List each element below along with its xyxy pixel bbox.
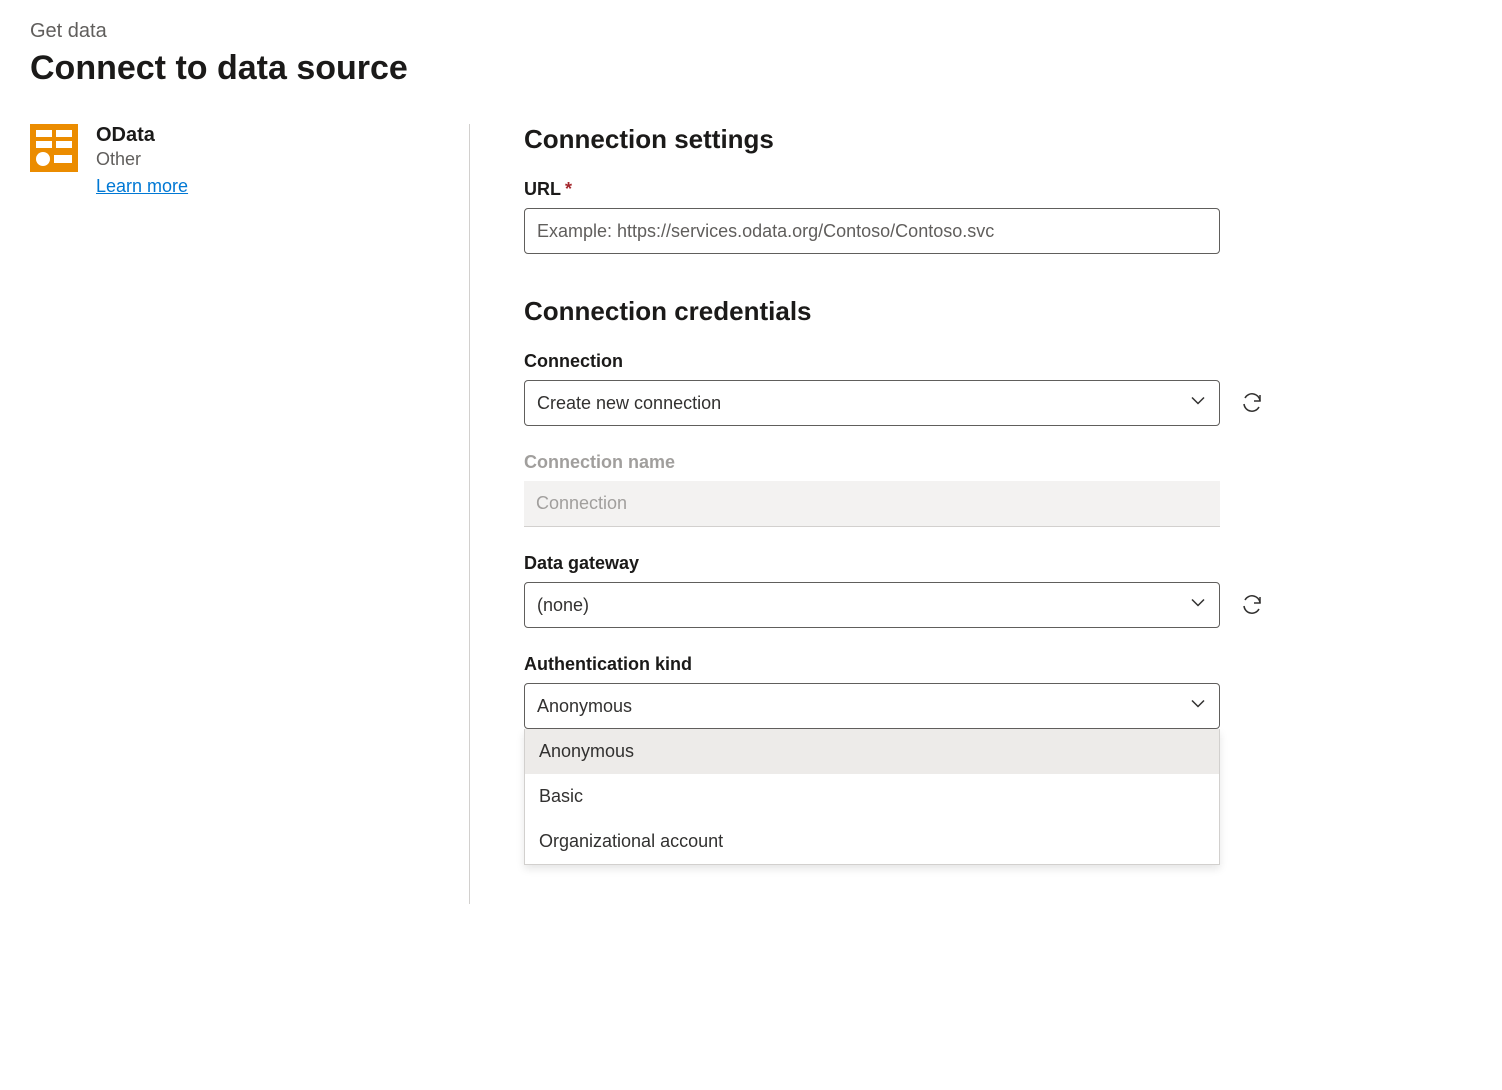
- learn-more-link[interactable]: Learn more: [96, 176, 188, 197]
- connection-select[interactable]: Create new connection: [524, 380, 1220, 426]
- source-name: OData: [96, 124, 188, 147]
- auth-option-basic[interactable]: Basic: [525, 774, 1219, 819]
- connection-credentials-heading: Connection credentials: [524, 296, 1452, 327]
- source-item-odata: OData Other Learn more: [30, 124, 441, 197]
- auth-kind-select[interactable]: Anonymous: [524, 683, 1220, 729]
- auth-option-organizational[interactable]: Organizational account: [525, 819, 1219, 864]
- breadcrumb: Get data: [30, 20, 1472, 43]
- main-content: Connection settings URL* Connection cred…: [470, 124, 1472, 904]
- odata-icon: [30, 124, 78, 172]
- connection-name-label: Connection name: [524, 452, 1452, 473]
- refresh-gateway-button[interactable]: [1238, 591, 1266, 619]
- url-input[interactable]: [524, 208, 1220, 254]
- url-label: URL*: [524, 179, 1452, 200]
- page-title: Connect to data source: [30, 49, 1472, 88]
- source-category: Other: [96, 149, 188, 170]
- gateway-label: Data gateway: [524, 553, 1452, 574]
- required-indicator: *: [565, 179, 572, 199]
- refresh-connection-button[interactable]: [1238, 389, 1266, 417]
- connection-name-input: [524, 481, 1220, 527]
- connection-label: Connection: [524, 351, 1452, 372]
- gateway-select[interactable]: (none): [524, 582, 1220, 628]
- connection-settings-heading: Connection settings: [524, 124, 1452, 155]
- auth-option-anonymous[interactable]: Anonymous: [525, 729, 1219, 774]
- auth-kind-label: Authentication kind: [524, 654, 1452, 675]
- source-sidebar: OData Other Learn more: [30, 124, 470, 904]
- auth-kind-dropdown: Anonymous Basic Organizational account: [524, 729, 1220, 865]
